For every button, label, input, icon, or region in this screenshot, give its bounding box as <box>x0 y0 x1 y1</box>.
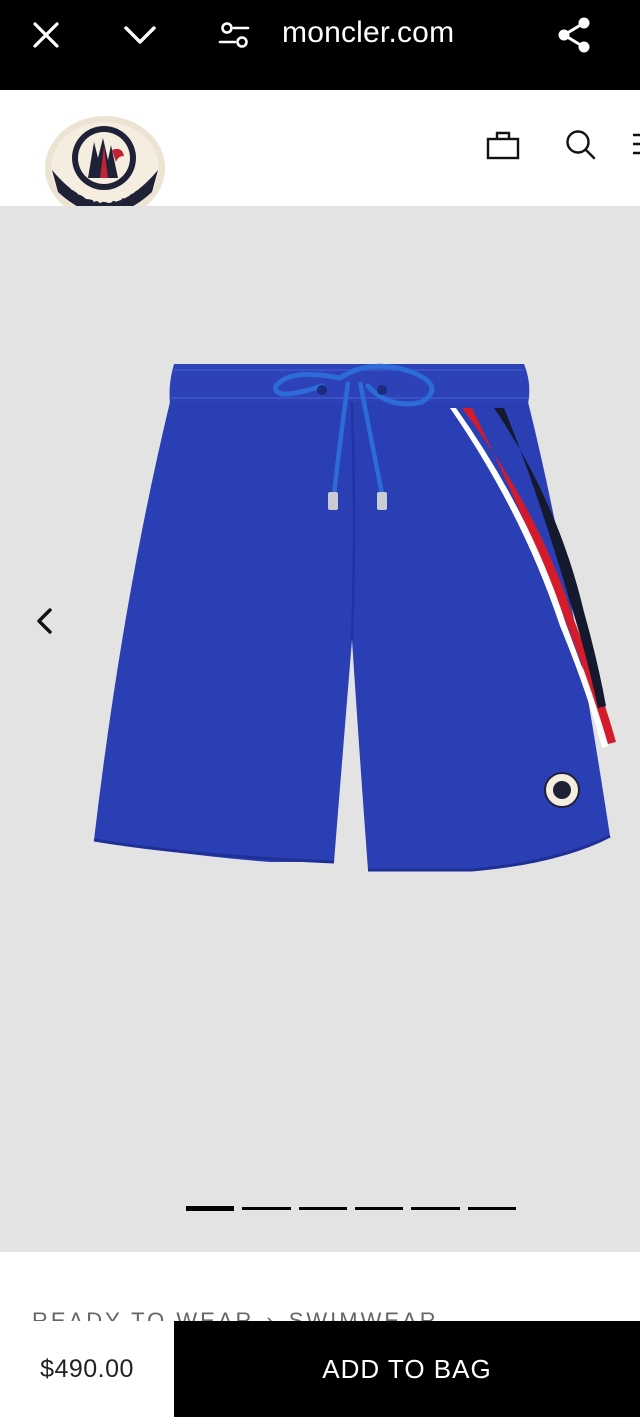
carousel-dot[interactable] <box>354 1207 404 1210</box>
search-icon[interactable] <box>564 128 598 167</box>
add-to-bag-button[interactable]: ADD TO BAG <box>174 1321 640 1417</box>
carousel-dot[interactable] <box>411 1207 460 1210</box>
shopping-bag-icon[interactable] <box>486 128 520 167</box>
purchase-bar: $490.00 ADD TO BAG <box>0 1321 640 1417</box>
carousel-dot[interactable] <box>467 1207 516 1210</box>
price: $490.00 <box>0 1321 174 1417</box>
carousel-indicators <box>186 1206 516 1212</box>
site-settings-icon[interactable] <box>212 13 256 57</box>
product-gallery[interactable] <box>0 206 640 1252</box>
product-image <box>93 363 616 872</box>
chevron-down-icon[interactable] <box>118 13 162 57</box>
menu-icon[interactable] <box>630 128 640 167</box>
carousel-dot[interactable] <box>186 1206 235 1211</box>
carousel-dot[interactable] <box>242 1207 291 1210</box>
share-icon[interactable] <box>552 13 596 57</box>
close-icon[interactable] <box>24 13 68 57</box>
carousel-dot[interactable] <box>298 1207 347 1210</box>
chevron-left-icon[interactable] <box>28 604 62 638</box>
browser-toolbar: moncler.com <box>0 0 640 90</box>
url-text[interactable]: moncler.com <box>282 16 454 50</box>
site-header: MONCLER <box>0 90 640 220</box>
